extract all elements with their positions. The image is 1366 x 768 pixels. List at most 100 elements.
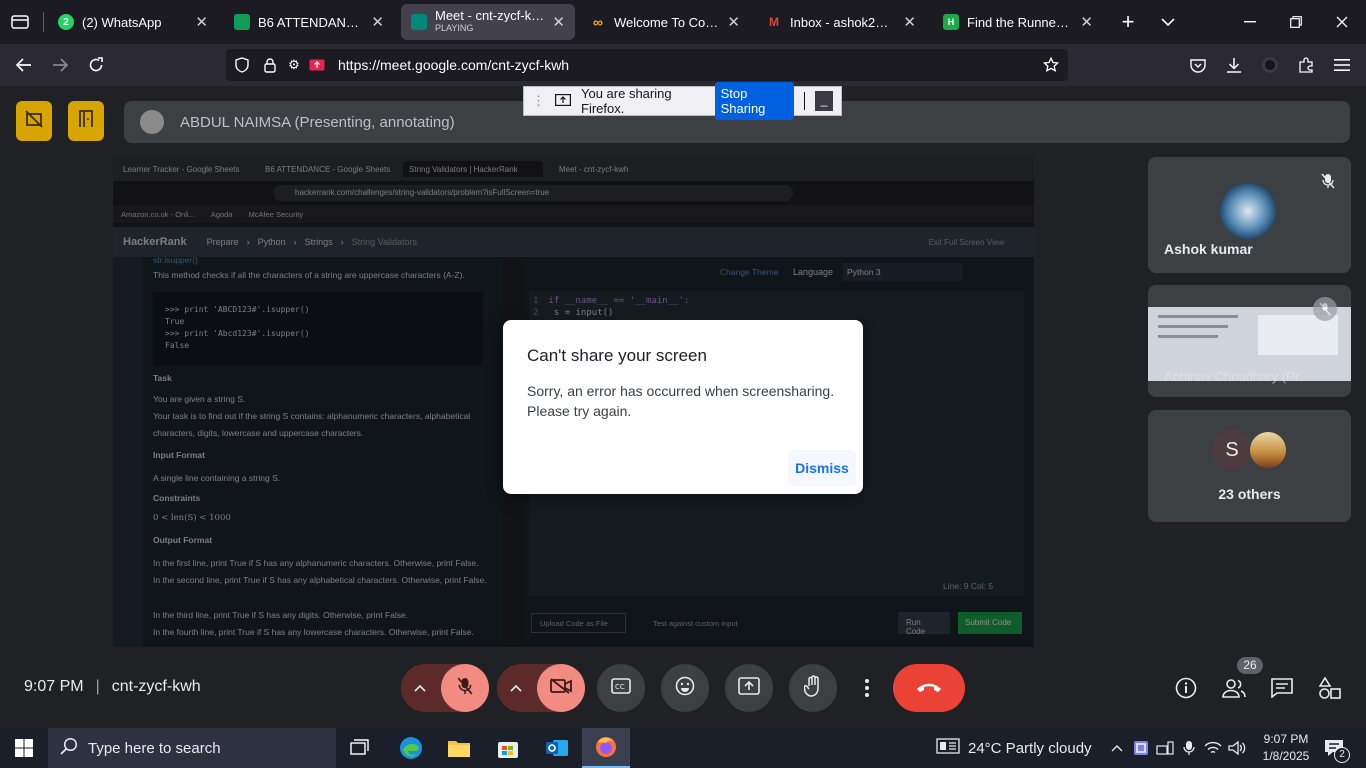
shared-url: hackerrank.com/challenges/string-validat… [273, 185, 793, 201]
avatar [1248, 430, 1288, 470]
leave-call-button[interactable] [893, 664, 965, 712]
captions-icon: CC [611, 677, 631, 699]
minimize-icon[interactable] [1238, 10, 1262, 34]
raise-hand-button[interactable] [789, 664, 837, 712]
chat-icon[interactable] [1270, 676, 1294, 700]
mic-off-icon [1318, 171, 1338, 191]
captions-button[interactable]: CC [597, 664, 645, 712]
hackerrank-header: HackerRank Prepare › Python › Strings › Str… [113, 227, 1034, 257]
crumb: Python [257, 237, 286, 247]
chevron-down-icon[interactable] [1156, 10, 1180, 34]
output-text: In the first line, print True if S has a… [153, 558, 479, 568]
language-select: Python 3 [843, 263, 963, 281]
shield-icon[interactable] [226, 57, 258, 73]
search-icon [60, 737, 78, 759]
menu-icon[interactable] [1330, 53, 1354, 77]
dialog-title: Can't share your screen [527, 346, 707, 365]
outlook-icon[interactable] [544, 735, 570, 761]
activities-icon[interactable] [1318, 676, 1342, 700]
mic-options-chevron-icon[interactable] [408, 676, 432, 700]
tab-attendance[interactable]: B6 ATTENDANCE - Goo ✕ [224, 4, 394, 40]
tab-hackerrank[interactable]: H Find the Runner-Up Sc ✕ [933, 4, 1103, 40]
change-theme: Change Theme [720, 267, 779, 277]
reactions-button[interactable] [661, 664, 709, 712]
address-bar[interactable]: ⚙ https://meet.google.com/cnt-zycf-kwh [226, 49, 1068, 81]
tab-meet[interactable]: Meet - cnt-zycf-kwh PLAYING ✕ [401, 4, 575, 40]
stop-sharing-button[interactable]: Stop Sharing [714, 82, 795, 120]
screen-share-indicator-icon[interactable] [306, 59, 328, 71]
close-tab-icon[interactable]: ✕ [1080, 13, 1093, 31]
close-tab-icon[interactable]: ✕ [727, 13, 740, 31]
forward-icon[interactable] [48, 53, 72, 77]
camera-options-chevron-icon[interactable] [504, 676, 528, 700]
close-window-icon[interactable] [1330, 10, 1354, 34]
bookmark-star-icon[interactable] [1034, 57, 1068, 73]
weather-text: 24°C Partly cloudy [968, 739, 1092, 757]
output-heading: Output Format [153, 535, 213, 545]
lock-icon[interactable] [258, 57, 282, 73]
firefox-view-icon[interactable] [8, 10, 32, 34]
firefox-taskbar-button[interactable] [582, 728, 630, 768]
minimize-sharing-bar-icon[interactable]: _ [815, 91, 834, 111]
chevron-up-icon[interactable] [1108, 738, 1126, 758]
close-tab-icon[interactable]: ✕ [371, 13, 384, 31]
host-controls-button[interactable] [16, 101, 52, 141]
method-desc: This method checks if all the characters… [153, 270, 465, 280]
wifi-icon[interactable] [1203, 738, 1223, 758]
weather-widget[interactable]: 24°C Partly cloudy [936, 738, 1092, 758]
participant-tile[interactable]: Ashok kumar [1148, 157, 1351, 273]
meeting-time: 9:07 PM [24, 678, 84, 695]
task-view-icon[interactable] [348, 736, 372, 760]
tab-gmail[interactable]: M Inbox - ashok20arc@g ✕ [756, 4, 926, 40]
microphone-tray-icon[interactable] [1179, 738, 1199, 758]
editor-lines: 1 if __name__ == '__main__': 2 s = input(… [533, 295, 689, 319]
taskbar-search-box[interactable]: Type here to search [48, 728, 336, 768]
participant-tile[interactable]: Abhinav Choudhary (Pr [1148, 285, 1351, 397]
line-number: 2 [533, 308, 539, 318]
submit-code-button: Submit Code [958, 612, 1022, 634]
system-clock[interactable]: 9:07 PM 1/8/2025 [1254, 731, 1318, 765]
tab-whatsapp[interactable]: 2 (2) WhatsApp ✕ [48, 4, 218, 40]
close-tab-icon[interactable]: ✕ [195, 13, 208, 31]
microsoft-store-icon[interactable] [495, 735, 521, 761]
present-button[interactable] [725, 664, 773, 712]
back-icon[interactable] [12, 53, 36, 77]
downloads-icon[interactable] [1222, 53, 1246, 77]
camera-off-icon [550, 677, 572, 699]
mic-toggle-button[interactable] [441, 664, 489, 712]
volume-icon[interactable] [1227, 738, 1247, 758]
close-tab-icon[interactable]: ✕ [903, 13, 916, 31]
windows-start-icon[interactable] [12, 736, 36, 760]
plus-icon[interactable]: + [1116, 9, 1140, 34]
pocket-icon[interactable] [1186, 53, 1210, 77]
people-icon[interactable] [1222, 676, 1246, 700]
permissions-icon[interactable]: ⚙ [282, 57, 306, 73]
colab-icon: ∞ [593, 14, 603, 30]
output-text: In the fourth line, print True if S has … [153, 627, 474, 637]
info-icon[interactable] [1174, 676, 1198, 700]
mic-off-icon [1313, 297, 1337, 321]
tab-title: Find the Runner-Up Sc [967, 14, 1072, 30]
dialog-message: Sorry, an error has occurred when screen… [527, 383, 835, 419]
account-icon[interactable] [1258, 53, 1282, 77]
tab-colab[interactable]: ∞ Welcome To Colab - C ✕ [580, 4, 750, 40]
tab-title: Meet - cnt-zycf-kwh [435, 9, 545, 22]
thumbnail-line [1158, 315, 1238, 318]
restore-icon[interactable] [1284, 10, 1308, 34]
others-tile[interactable]: S 23 others [1148, 410, 1351, 522]
close-tab-icon[interactable]: ✕ [552, 13, 565, 31]
edge-icon[interactable] [398, 735, 424, 761]
teams-meet-tray-icon[interactable] [1131, 738, 1151, 758]
shared-tab: String Validators | HackerRank [403, 161, 543, 177]
network-device-icon[interactable] [1155, 738, 1175, 758]
participants-count-badge: 26 [1237, 657, 1263, 674]
extensions-icon[interactable] [1294, 53, 1318, 77]
reload-icon[interactable] [84, 53, 108, 77]
code-line: True [165, 317, 185, 326]
file-explorer-icon[interactable] [446, 735, 472, 761]
dismiss-button[interactable]: Dismiss [788, 450, 856, 486]
drag-handle-icon[interactable]: ⋮ [532, 93, 545, 109]
more-options-icon[interactable] [855, 676, 879, 700]
camera-toggle-button[interactable] [537, 664, 585, 712]
breakout-rooms-button[interactable] [68, 101, 104, 141]
